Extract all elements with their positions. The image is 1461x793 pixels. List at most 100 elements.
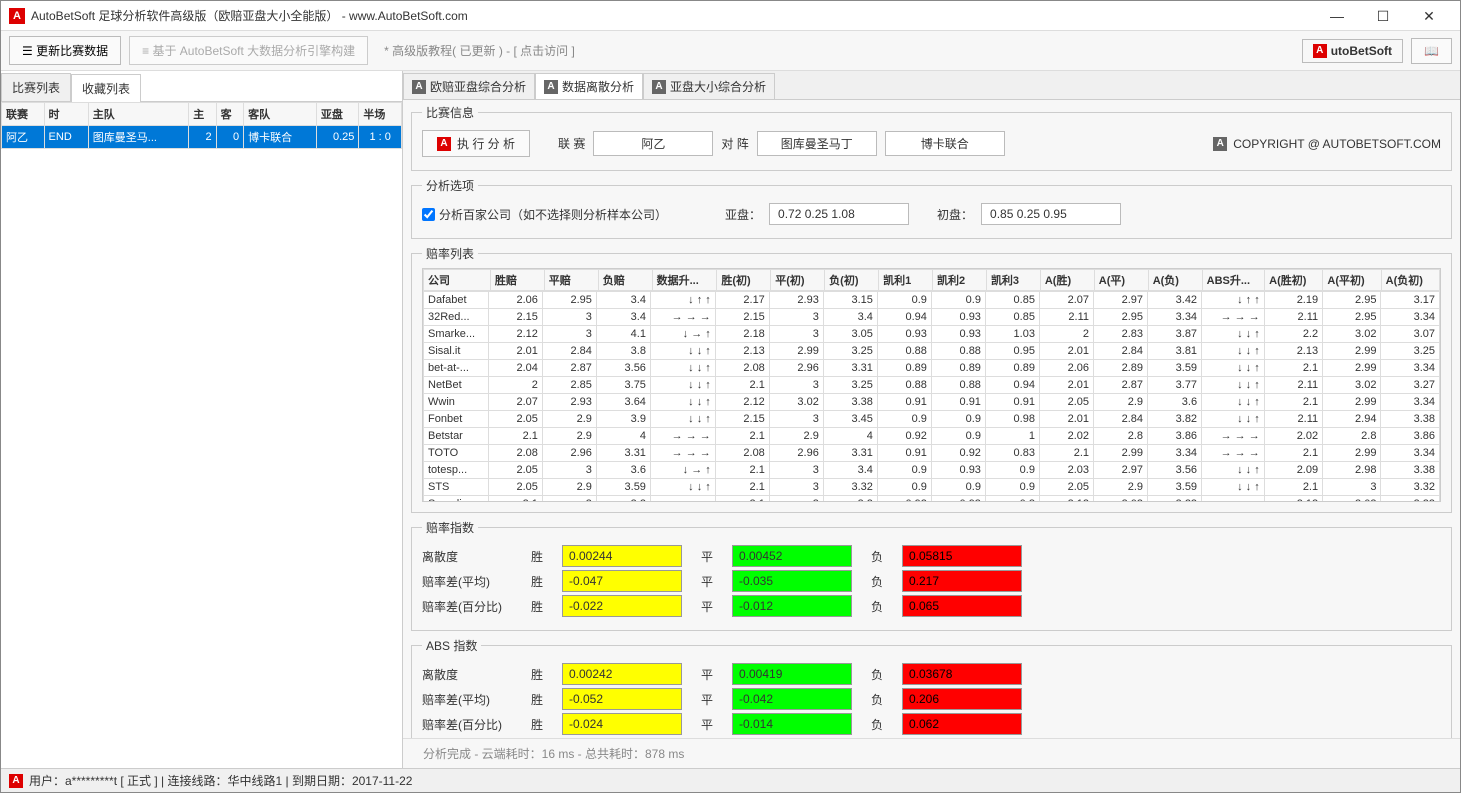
index-row: 赔率差(平均)胜-0.052平-0.042负0.206 [422,688,1441,710]
match-header[interactable]: 客队 [244,103,317,126]
ahc-label: 亚盘： [725,206,761,223]
odds-header[interactable]: 公司 [424,270,491,291]
win-value: 0.00242 [562,663,682,685]
odds-header[interactable]: A(负初) [1381,270,1439,291]
draw-label: 平 [692,691,722,708]
timing-label: 分析完成 - 云端耗时：16 ms - 总共耗时：878 ms [403,738,1460,768]
odds-row[interactable]: Dafabet2.062.953.4↓ ↑ ↑2.172.933.150.90.… [424,292,1440,309]
odds-header[interactable]: 平赔 [544,270,598,291]
odds-header[interactable]: 胜赔 [490,270,544,291]
match-row[interactable]: 阿乙END 图库曼圣马...2 0博卡联合 0.251 : 0 [2,126,402,149]
match-header[interactable]: 客 [216,103,243,126]
tab-asia-ou[interactable]: A亚盘大小综合分析 [643,73,775,99]
odds-header[interactable]: ABS升... [1202,270,1265,291]
odds-header[interactable]: A(胜) [1040,270,1094,291]
match-header[interactable]: 主 [189,103,216,126]
app-logo-icon: A [9,8,25,24]
close-button[interactable]: ✕ [1406,2,1452,30]
minimize-button[interactable]: — [1314,2,1360,30]
odds-header[interactable]: 数据升... [652,270,717,291]
draw-value: -0.012 [732,595,852,617]
run-analysis-button[interactable]: A执 行 分 析 [422,130,530,157]
options-group: 分析选项 分析百家公司（如不选择则分析样本公司） 亚盘： 0.72 0.25 1… [411,177,1452,239]
odds-row[interactable]: Wwin2.072.933.64↓ ↓ ↑2.123.023.380.910.9… [424,394,1440,411]
odds-header[interactable]: 凯利3 [986,270,1040,291]
window-title: AutoBetSoft 足球分析软件高级版（欧赔亚盘大小全能版） - www.A… [31,7,1314,24]
odds-row[interactable]: bet-at-...2.042.873.56↓ ↓ ↑2.082.963.310… [424,360,1440,377]
lose-value: 0.05815 [902,545,1022,567]
analyze-100-checkbox[interactable]: 分析百家公司（如不选择则分析样本公司） [422,206,667,223]
draw-label: 平 [692,716,722,733]
odds-header[interactable]: 凯利1 [879,270,933,291]
brand-badge[interactable]: AutoBetSoft [1302,39,1403,63]
win-label: 胜 [522,573,552,590]
odds-header[interactable]: 负赔 [598,270,652,291]
lose-value: 0.065 [902,595,1022,617]
odds-header[interactable]: 负(初) [825,270,879,291]
win-label: 胜 [522,666,552,683]
tab-match-list[interactable]: 比赛列表 [1,73,71,101]
init-input[interactable]: 0.85 0.25 0.95 [981,203,1121,225]
match-header[interactable]: 亚盘 [316,103,359,126]
draw-value: 0.00419 [732,663,852,685]
statusbar: A 用户：a*********t [ 正式 ] | 连接线路：华中线路1 | 到… [1,768,1460,792]
odds-legend: 赔率列表 [422,245,478,262]
odds-index-group: 赔率指数 离散度胜0.00244平0.00452负0.05815赔率差(平均)胜… [411,519,1452,631]
odds-row[interactable]: 32Red...2.1533.4→ → →2.1533.40.940.930.8… [424,309,1440,326]
draw-label: 平 [692,666,722,683]
abs-index-group: ABS 指数 离散度胜0.00242平0.00419负0.03678赔率差(平均… [411,637,1452,738]
odds-row[interactable]: Scandic...2.133.2→ → →2.133.20.920.930.8… [424,496,1440,502]
lose-value: 0.206 [902,688,1022,710]
match-header[interactable]: 半场 [359,103,402,126]
odds-row[interactable]: Sisal.it2.012.843.8↓ ↓ ↑2.132.993.250.88… [424,343,1440,360]
odds-header[interactable]: A(平) [1094,270,1148,291]
draw-value: -0.014 [732,713,852,735]
lose-value: 0.062 [902,713,1022,735]
odds-index-legend: 赔率指数 [422,519,478,536]
odds-scroll[interactable]: Dafabet2.062.953.4↓ ↑ ↑2.172.933.150.90.… [423,291,1440,501]
draw-label: 平 [692,548,722,565]
match-header[interactable]: 时 [44,103,88,126]
tutorial-link[interactable]: * 高级版教程( 已更新 ) - [ 点击访问 ] [384,42,575,59]
odds-row[interactable]: totesp...2.0533.6↓ → ↑2.133.40.90.930.92… [424,462,1440,479]
tab-dispersion[interactable]: A数据离散分析 [535,73,643,99]
odds-header[interactable]: 凯利2 [933,270,987,291]
index-row: 赔率差(平均)胜-0.047平-0.035负0.217 [422,570,1441,592]
win-label: 胜 [522,598,552,615]
odds-row[interactable]: NetBet22.853.75↓ ↓ ↑2.133.250.880.880.94… [424,377,1440,394]
right-panel: A欧赔亚盘综合分析 A数据离散分析 A亚盘大小综合分析 比赛信息 A执 行 分 … [403,71,1460,768]
idx-label: 赔率差(平均) [422,691,512,708]
options-legend: 分析选项 [422,177,478,194]
win-value: -0.024 [562,713,682,735]
index-row: 离散度胜0.00244平0.00452负0.05815 [422,545,1441,567]
odds-row[interactable]: STS2.052.93.59↓ ↓ ↑2.133.320.90.90.92.05… [424,479,1440,496]
odds-header[interactable]: A(负) [1148,270,1202,291]
odds-header[interactable]: A(胜初) [1265,270,1323,291]
odds-row[interactable]: Betstar2.12.94→ → →2.12.940.920.912.022.… [424,428,1440,445]
maximize-button[interactable]: ☐ [1360,2,1406,30]
tab-euro-asia[interactable]: A欧赔亚盘综合分析 [403,73,535,99]
win-value: -0.047 [562,570,682,592]
book-button[interactable]: 📖 [1411,38,1452,64]
home-field: 图库曼圣马丁 [757,131,877,156]
odds-header[interactable]: 平(初) [771,270,825,291]
ahc-input[interactable]: 0.72 0.25 1.08 [769,203,909,225]
odds-header[interactable]: A(平初) [1323,270,1381,291]
copyright-label: ACOPYRIGHT @ AUTOBETSOFT.COM [1213,137,1441,151]
tab-favorites[interactable]: 收藏列表 [71,74,141,102]
match-header[interactable]: 主队 [88,103,188,126]
odds-row[interactable]: Smarke...2.1234.1↓ → ↑2.1833.050.930.931… [424,326,1440,343]
odds-row[interactable]: TOTO2.082.963.31→ → →2.082.963.310.910.9… [424,445,1440,462]
refresh-button[interactable]: ☰ 更新比赛数据 [9,36,121,65]
index-row: 离散度胜0.00242平0.00419负0.03678 [422,663,1441,685]
lose-label: 负 [862,548,892,565]
vs-label: 对 阵 [721,135,748,152]
lose-label: 负 [862,573,892,590]
odds-row[interactable]: Fonbet2.052.93.9↓ ↓ ↑2.1533.450.90.90.98… [424,411,1440,428]
league-field: 阿乙 [593,131,713,156]
index-row: 赔率差(百分比)胜-0.024平-0.014负0.062 [422,713,1441,735]
match-info-group: 比赛信息 A执 行 分 析 联 赛 阿乙 对 阵 图库曼圣马丁 博卡联合 ACO… [411,104,1452,171]
away-field: 博卡联合 [885,131,1005,156]
match-header[interactable]: 联赛 [2,103,45,126]
odds-header[interactable]: 胜(初) [717,270,771,291]
